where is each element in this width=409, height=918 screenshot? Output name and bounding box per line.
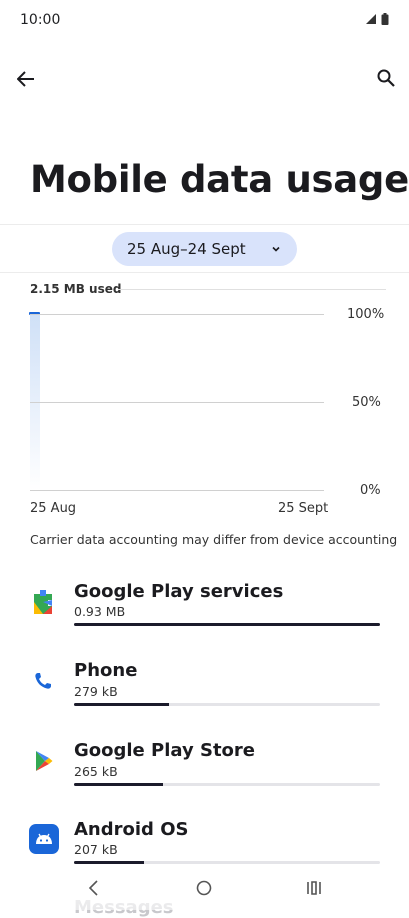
y-label-100: 100% xyxy=(347,307,385,322)
gridline-0 xyxy=(30,490,324,491)
usage-bar xyxy=(74,623,380,626)
accounting-note: Carrier data accounting may differ from … xyxy=(30,532,398,547)
app-name: Google Play Store xyxy=(74,740,256,761)
usage-bar-fill xyxy=(74,623,380,626)
search-button[interactable] xyxy=(370,62,402,94)
usage-bar-fill xyxy=(74,861,145,864)
signal-icon xyxy=(366,14,376,24)
app-size: 207 kB xyxy=(74,842,118,857)
app-usage-item[interactable]: Google Play services 0.93 MB xyxy=(0,570,409,634)
billing-cycle-label: 25 Aug–24 Sept xyxy=(127,240,246,258)
data-used-label: 2.15 MB used xyxy=(30,282,122,296)
arrow-back-icon xyxy=(17,71,34,87)
usage-bar-fill xyxy=(74,783,163,786)
app-size: 265 kB xyxy=(74,764,118,779)
search-icon xyxy=(377,69,395,87)
app-usage-item[interactable]: Google Play Store 265 kB xyxy=(0,730,409,794)
battery-icon xyxy=(381,13,389,25)
back-button[interactable] xyxy=(10,63,42,95)
app-usage-item[interactable]: Phone 279 kB xyxy=(0,650,409,714)
status-time: 10:00 xyxy=(20,12,61,28)
usage-bar xyxy=(74,703,380,706)
nav-home-icon[interactable] xyxy=(196,880,212,896)
app-name: Android OS xyxy=(74,819,189,840)
x-label-end: 25 Sept xyxy=(278,501,329,516)
phone-app-icon xyxy=(35,673,51,689)
x-label-start: 25 Aug xyxy=(30,501,77,516)
y-label-0: 0% xyxy=(360,483,381,498)
nav-recents-icon[interactable] xyxy=(306,880,322,896)
y-label-50: 50% xyxy=(352,395,381,410)
app-name: Phone xyxy=(74,660,138,681)
gridline-100 xyxy=(30,314,324,315)
gridline-50 xyxy=(30,402,324,403)
usage-bar-fill xyxy=(74,703,169,706)
android-os-icon xyxy=(29,824,59,854)
google-play-services-icon xyxy=(34,590,52,614)
chevron-down-icon xyxy=(272,246,280,252)
app-name: Google Play services xyxy=(74,581,284,602)
page-title: Mobile data usage xyxy=(30,158,409,201)
app-size: 0.93 MB xyxy=(74,604,126,619)
usage-bar xyxy=(74,861,380,864)
google-play-store-icon xyxy=(36,751,53,771)
app-size: 279 kB xyxy=(74,684,118,699)
app-usage-item[interactable]: Android OS 207 kB xyxy=(0,809,409,873)
used-underline xyxy=(118,289,386,290)
divider xyxy=(0,224,409,225)
divider xyxy=(0,272,409,273)
status-icons xyxy=(365,13,389,25)
nav-back-icon[interactable] xyxy=(88,880,100,896)
billing-cycle-dropdown[interactable]: 25 Aug–24 Sept xyxy=(112,232,297,266)
navigation-bar xyxy=(0,868,409,910)
usage-bar xyxy=(74,783,380,786)
